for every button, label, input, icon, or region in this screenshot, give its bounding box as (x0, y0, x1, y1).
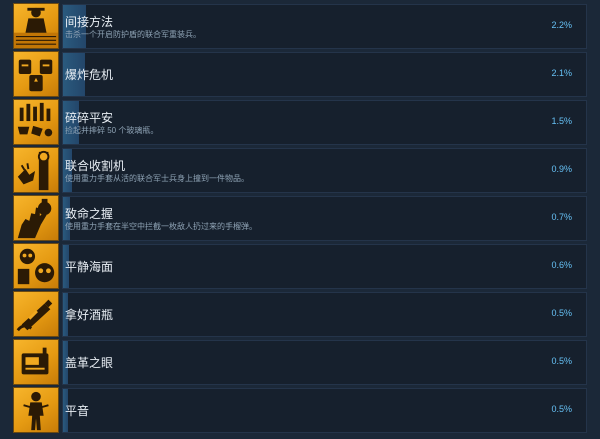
achievement-name: 爆炸危机 (65, 68, 114, 82)
achievement-percent: 2.1% (551, 68, 572, 78)
progress-bar (62, 244, 587, 289)
progress-bar (62, 148, 587, 193)
achievement-row-7[interactable]: 盖革之眼 0.5% (0, 339, 600, 387)
achievement-row-2[interactable]: 碎碎平安 捡起并摔碎 50 个玻璃瓶。 1.5% (0, 99, 600, 147)
achievement-description: 捡起并摔碎 50 个玻璃瓶。 (65, 126, 159, 135)
soldier-icon (13, 3, 59, 49)
bottles-icon (13, 99, 59, 145)
progress-bar (62, 292, 587, 337)
achievement-percent: 0.5% (551, 356, 572, 366)
achievement-percent: 2.2% (551, 20, 572, 30)
achievement-row-8[interactable]: 平音 0.5% (0, 387, 600, 435)
achievement-row-3[interactable]: 联合收割机 使用重力手套从活的联合军士兵身上撞到一件物品。 0.9% (0, 147, 600, 195)
achievement-percent: 0.6% (551, 260, 572, 270)
achievement-name: 联合收割机 (65, 159, 126, 173)
achievement-row-5[interactable]: 平静海面 0.6% (0, 243, 600, 291)
achievement-name: 致命之握 (65, 207, 114, 221)
achievement-description: 使用重力手套从活的联合军士兵身上撞到一件物品。 (65, 174, 249, 183)
figure-icon (13, 387, 59, 433)
progress-bar (62, 340, 587, 385)
achievement-row-4[interactable]: 致命之握 使用重力手套在半空中拦截一枚敌人扔过来的手榴弹。 0.7% (0, 195, 600, 243)
achievement-percent: 0.5% (551, 404, 572, 414)
achievement-name: 盖革之眼 (65, 356, 114, 370)
achievement-name: 平音 (65, 404, 90, 418)
progress-bar (62, 52, 587, 97)
geiger-icon (13, 339, 59, 385)
achievement-list: 间接方法 击杀一个开启防护盾的联合军重装兵。 2.2% 爆炸危机 2.1% 碎碎… (0, 0, 600, 439)
faces-icon (13, 243, 59, 289)
achievement-name: 拿好酒瓶 (65, 308, 114, 322)
achievement-row-0[interactable]: 间接方法 击杀一个开启防护盾的联合军重装兵。 2.2% (0, 3, 600, 51)
barrels-icon (13, 51, 59, 97)
progress-bar (62, 4, 587, 49)
grenade-hand-icon (13, 195, 59, 241)
achievement-percent: 0.9% (551, 164, 572, 174)
progress-bar (62, 388, 587, 433)
achievement-percent: 1.5% (551, 116, 572, 126)
achievement-name: 平静海面 (65, 260, 114, 274)
achievement-description: 使用重力手套在半空中拦截一枚敌人扔过来的手榴弹。 (65, 222, 257, 231)
achievement-row-6[interactable]: 拿好酒瓶 0.5% (0, 291, 600, 339)
achievement-name: 碎碎平安 (65, 111, 114, 125)
soldier-grab-icon (13, 147, 59, 193)
progress-bar (62, 196, 587, 241)
achievement-description: 击杀一个开启防护盾的联合军重装兵。 (65, 30, 201, 39)
progress-bar (62, 100, 587, 145)
bottle-hand-icon (13, 291, 59, 337)
achievement-percent: 0.7% (551, 212, 572, 222)
achievement-row-1[interactable]: 爆炸危机 2.1% (0, 51, 600, 99)
achievement-name: 间接方法 (65, 15, 114, 29)
achievement-percent: 0.5% (551, 308, 572, 318)
